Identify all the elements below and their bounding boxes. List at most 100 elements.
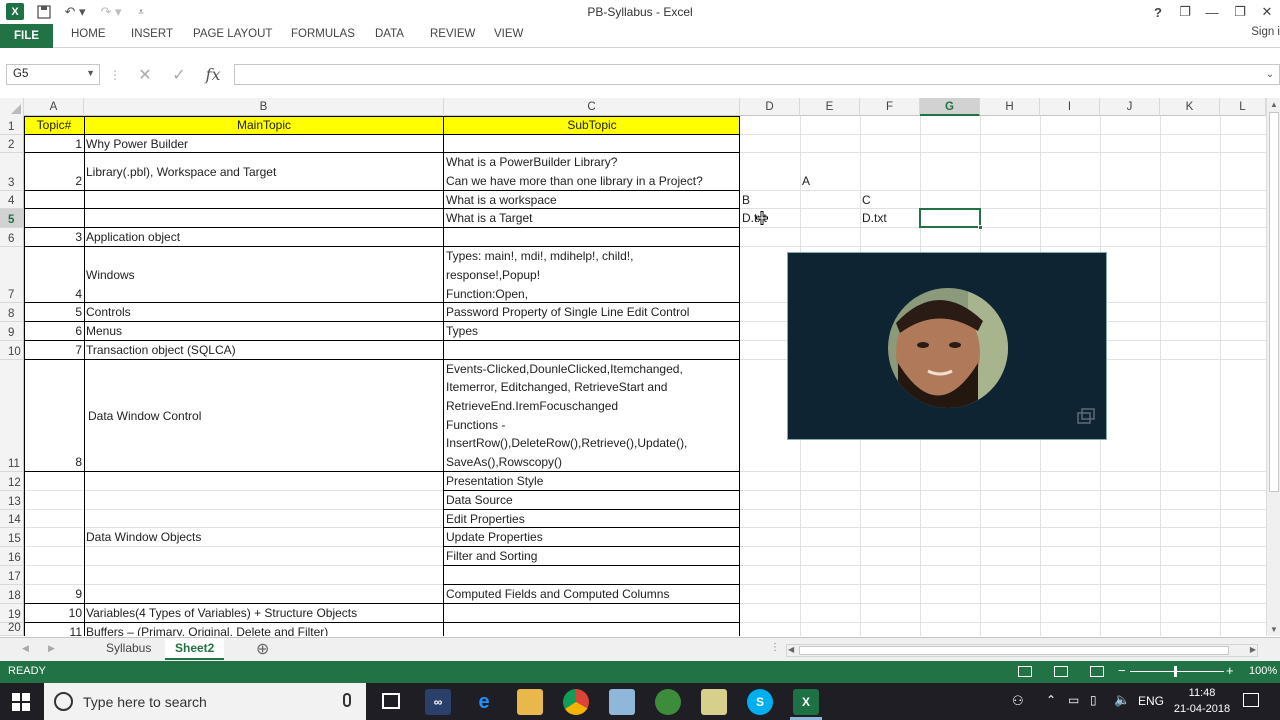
cell-a11[interactable]: 8 xyxy=(24,453,84,472)
cell-c4[interactable]: What is a workspace xyxy=(444,191,740,210)
cell-b3[interactable]: Library(.pbl), Workspace and Target xyxy=(84,163,444,182)
zoom-out-icon[interactable]: − xyxy=(1118,663,1126,678)
row-header[interactable]: 8 xyxy=(0,303,24,322)
prev-sheet-icon[interactable]: ◀ xyxy=(22,643,29,654)
people-icon[interactable]: ⚇ xyxy=(1012,693,1024,709)
edge-icon[interactable]: e xyxy=(471,689,497,715)
cell-c11-line6[interactable]: SaveAs(),Rowscopy() xyxy=(444,453,740,472)
cell-a18[interactable]: 9 xyxy=(24,585,84,604)
cell-b11[interactable]: Data Window Control xyxy=(86,407,444,426)
cancel-icon[interactable]: ✕ xyxy=(134,64,156,85)
vertical-scrollbar[interactable]: ▲ ▼ xyxy=(1266,98,1280,636)
page-break-view-icon[interactable] xyxy=(1090,666,1104,677)
column-header-k[interactable]: K xyxy=(1160,98,1220,116)
sheet-tab-syllabus[interactable]: Syllabus xyxy=(96,638,161,660)
name-box[interactable]: G5 ▼ xyxy=(6,64,100,85)
select-all-corner[interactable] xyxy=(0,98,24,116)
column-header-l[interactable]: L xyxy=(1220,98,1266,116)
cell-c7-line3[interactable]: Function:Open, xyxy=(444,285,740,304)
zoom-level[interactable]: 100% xyxy=(1249,665,1277,677)
cell-c7-line1[interactable]: Types: main!, mdi!, mdihelp!, child!, xyxy=(444,247,740,266)
cell-a2[interactable]: 1 xyxy=(24,135,84,154)
column-header-b[interactable]: B xyxy=(84,98,444,116)
row-header[interactable]: 17 xyxy=(0,566,24,585)
clock-time[interactable]: 11:48 xyxy=(1172,687,1232,699)
scroll-down-icon[interactable]: ▼ xyxy=(1270,625,1278,634)
fill-handle[interactable] xyxy=(978,225,983,230)
enter-icon[interactable]: ✓ xyxy=(168,64,190,85)
cell-c13[interactable]: Data Source xyxy=(444,491,740,510)
cell-c11-line1[interactable]: Events-Clicked,DounleClicked,Itemchanged… xyxy=(444,360,740,379)
zoom-slider-thumb[interactable] xyxy=(1174,666,1177,677)
row-header[interactable]: 3 xyxy=(0,153,24,191)
excel-taskbar-icon[interactable]: X xyxy=(793,689,819,715)
cell-e3[interactable]: A xyxy=(800,172,860,191)
task-view-icon[interactable] xyxy=(382,693,400,709)
tab-home[interactable]: HOME xyxy=(71,28,106,40)
row-header[interactable]: 5 xyxy=(0,209,24,228)
file-explorer-icon[interactable] xyxy=(517,689,543,715)
formula-input[interactable] xyxy=(234,64,1280,85)
tab-review[interactable]: REVIEW xyxy=(430,28,475,40)
windows-start-icon[interactable] xyxy=(12,693,30,711)
cell-c11-line4[interactable]: Functions - xyxy=(444,416,740,435)
cell-c3-line2[interactable]: Can we have more than one library in a P… xyxy=(444,172,740,191)
column-header-e[interactable]: E xyxy=(800,98,860,116)
microphone-icon[interactable] xyxy=(343,693,351,707)
close-icon[interactable]: ✕ xyxy=(1256,2,1278,22)
header-main-topic[interactable]: MainTopic xyxy=(84,116,444,135)
sign-in-link[interactable]: Sign i xyxy=(1251,26,1280,38)
cell-c7-line2[interactable]: response!,Popup! xyxy=(444,266,740,285)
app-icon[interactable] xyxy=(609,689,635,715)
row-header[interactable]: 10 xyxy=(0,341,24,360)
zoom-in-icon[interactable]: + xyxy=(1226,663,1234,678)
tab-file[interactable]: FILE xyxy=(0,24,53,48)
visual-studio-icon[interactable]: ∞ xyxy=(425,689,451,715)
row-header[interactable]: 14 xyxy=(0,510,24,528)
page-layout-view-icon[interactable] xyxy=(1054,666,1068,677)
cell-c11-line3[interactable]: RetrieveEnd.IremFocuschanged xyxy=(444,397,740,416)
row-header[interactable]: 4 xyxy=(0,191,24,209)
cell-a3[interactable]: 2 xyxy=(24,172,84,191)
cell-c11-line5[interactable]: InsertRow(),DeleteRow(),Retrieve(),Updat… xyxy=(444,434,740,453)
row-header[interactable]: 2 xyxy=(0,135,24,153)
scroll-left-icon[interactable]: ◀ xyxy=(788,645,794,654)
action-center-icon[interactable] xyxy=(1243,693,1259,707)
row-header[interactable]: 1 xyxy=(0,116,24,135)
row-header[interactable]: 15 xyxy=(0,528,24,547)
tab-formulas[interactable]: FORMULAS xyxy=(291,28,355,40)
column-header-h[interactable]: H xyxy=(980,98,1040,116)
cell-c16[interactable]: Filter and Sorting xyxy=(444,547,740,566)
cell-b19[interactable]: Variables(4 Types of Variables) + Struct… xyxy=(84,604,444,623)
cell-c12[interactable]: Presentation Style xyxy=(444,472,740,491)
column-header-j[interactable]: J xyxy=(1100,98,1160,116)
column-header-d[interactable]: D xyxy=(740,98,800,116)
header-topic-number[interactable]: Topic# xyxy=(24,116,84,135)
language-indicator[interactable]: ENG xyxy=(1138,694,1164,708)
row-header[interactable]: 13 xyxy=(0,491,24,510)
row-header[interactable]: 18 xyxy=(0,585,24,604)
cell-c18[interactable]: Computed Fields and Computed Columns xyxy=(444,585,740,604)
battery-icon[interactable]: ▯ xyxy=(1090,693,1097,707)
cell-c14[interactable]: Edit Properties xyxy=(444,510,740,529)
row-header[interactable]: 16 xyxy=(0,547,24,566)
chevron-down-icon[interactable]: ▼ xyxy=(86,68,95,78)
cell-b2[interactable]: Why Power Builder xyxy=(84,135,444,154)
cell-d5[interactable]: D.txt xyxy=(740,209,800,228)
tab-split-handle-icon[interactable]: ⋮ xyxy=(770,642,780,653)
row-header[interactable]: 9 xyxy=(0,322,24,341)
next-sheet-icon[interactable]: ▶ xyxy=(48,643,55,654)
tab-insert[interactable]: INSERT xyxy=(131,28,173,40)
normal-view-icon[interactable] xyxy=(1018,666,1032,677)
clock-date[interactable]: 21-04-2018 xyxy=(1170,703,1234,715)
volume-icon[interactable]: 🔈 xyxy=(1114,692,1130,708)
cell-b8[interactable]: Controls xyxy=(84,303,444,322)
cell-c5[interactable]: What is a Target xyxy=(444,209,740,228)
cell-a19[interactable]: 10 xyxy=(24,604,84,623)
cell-b7[interactable]: Windows xyxy=(84,266,444,285)
minimize-icon[interactable]: — xyxy=(1201,2,1223,22)
row-header[interactable]: 20 xyxy=(0,622,24,636)
cell-d4[interactable]: B xyxy=(740,191,800,210)
expand-formula-bar-icon[interactable]: ⌄ xyxy=(1262,64,1278,85)
cell-c15[interactable]: Update Properties xyxy=(444,528,740,547)
